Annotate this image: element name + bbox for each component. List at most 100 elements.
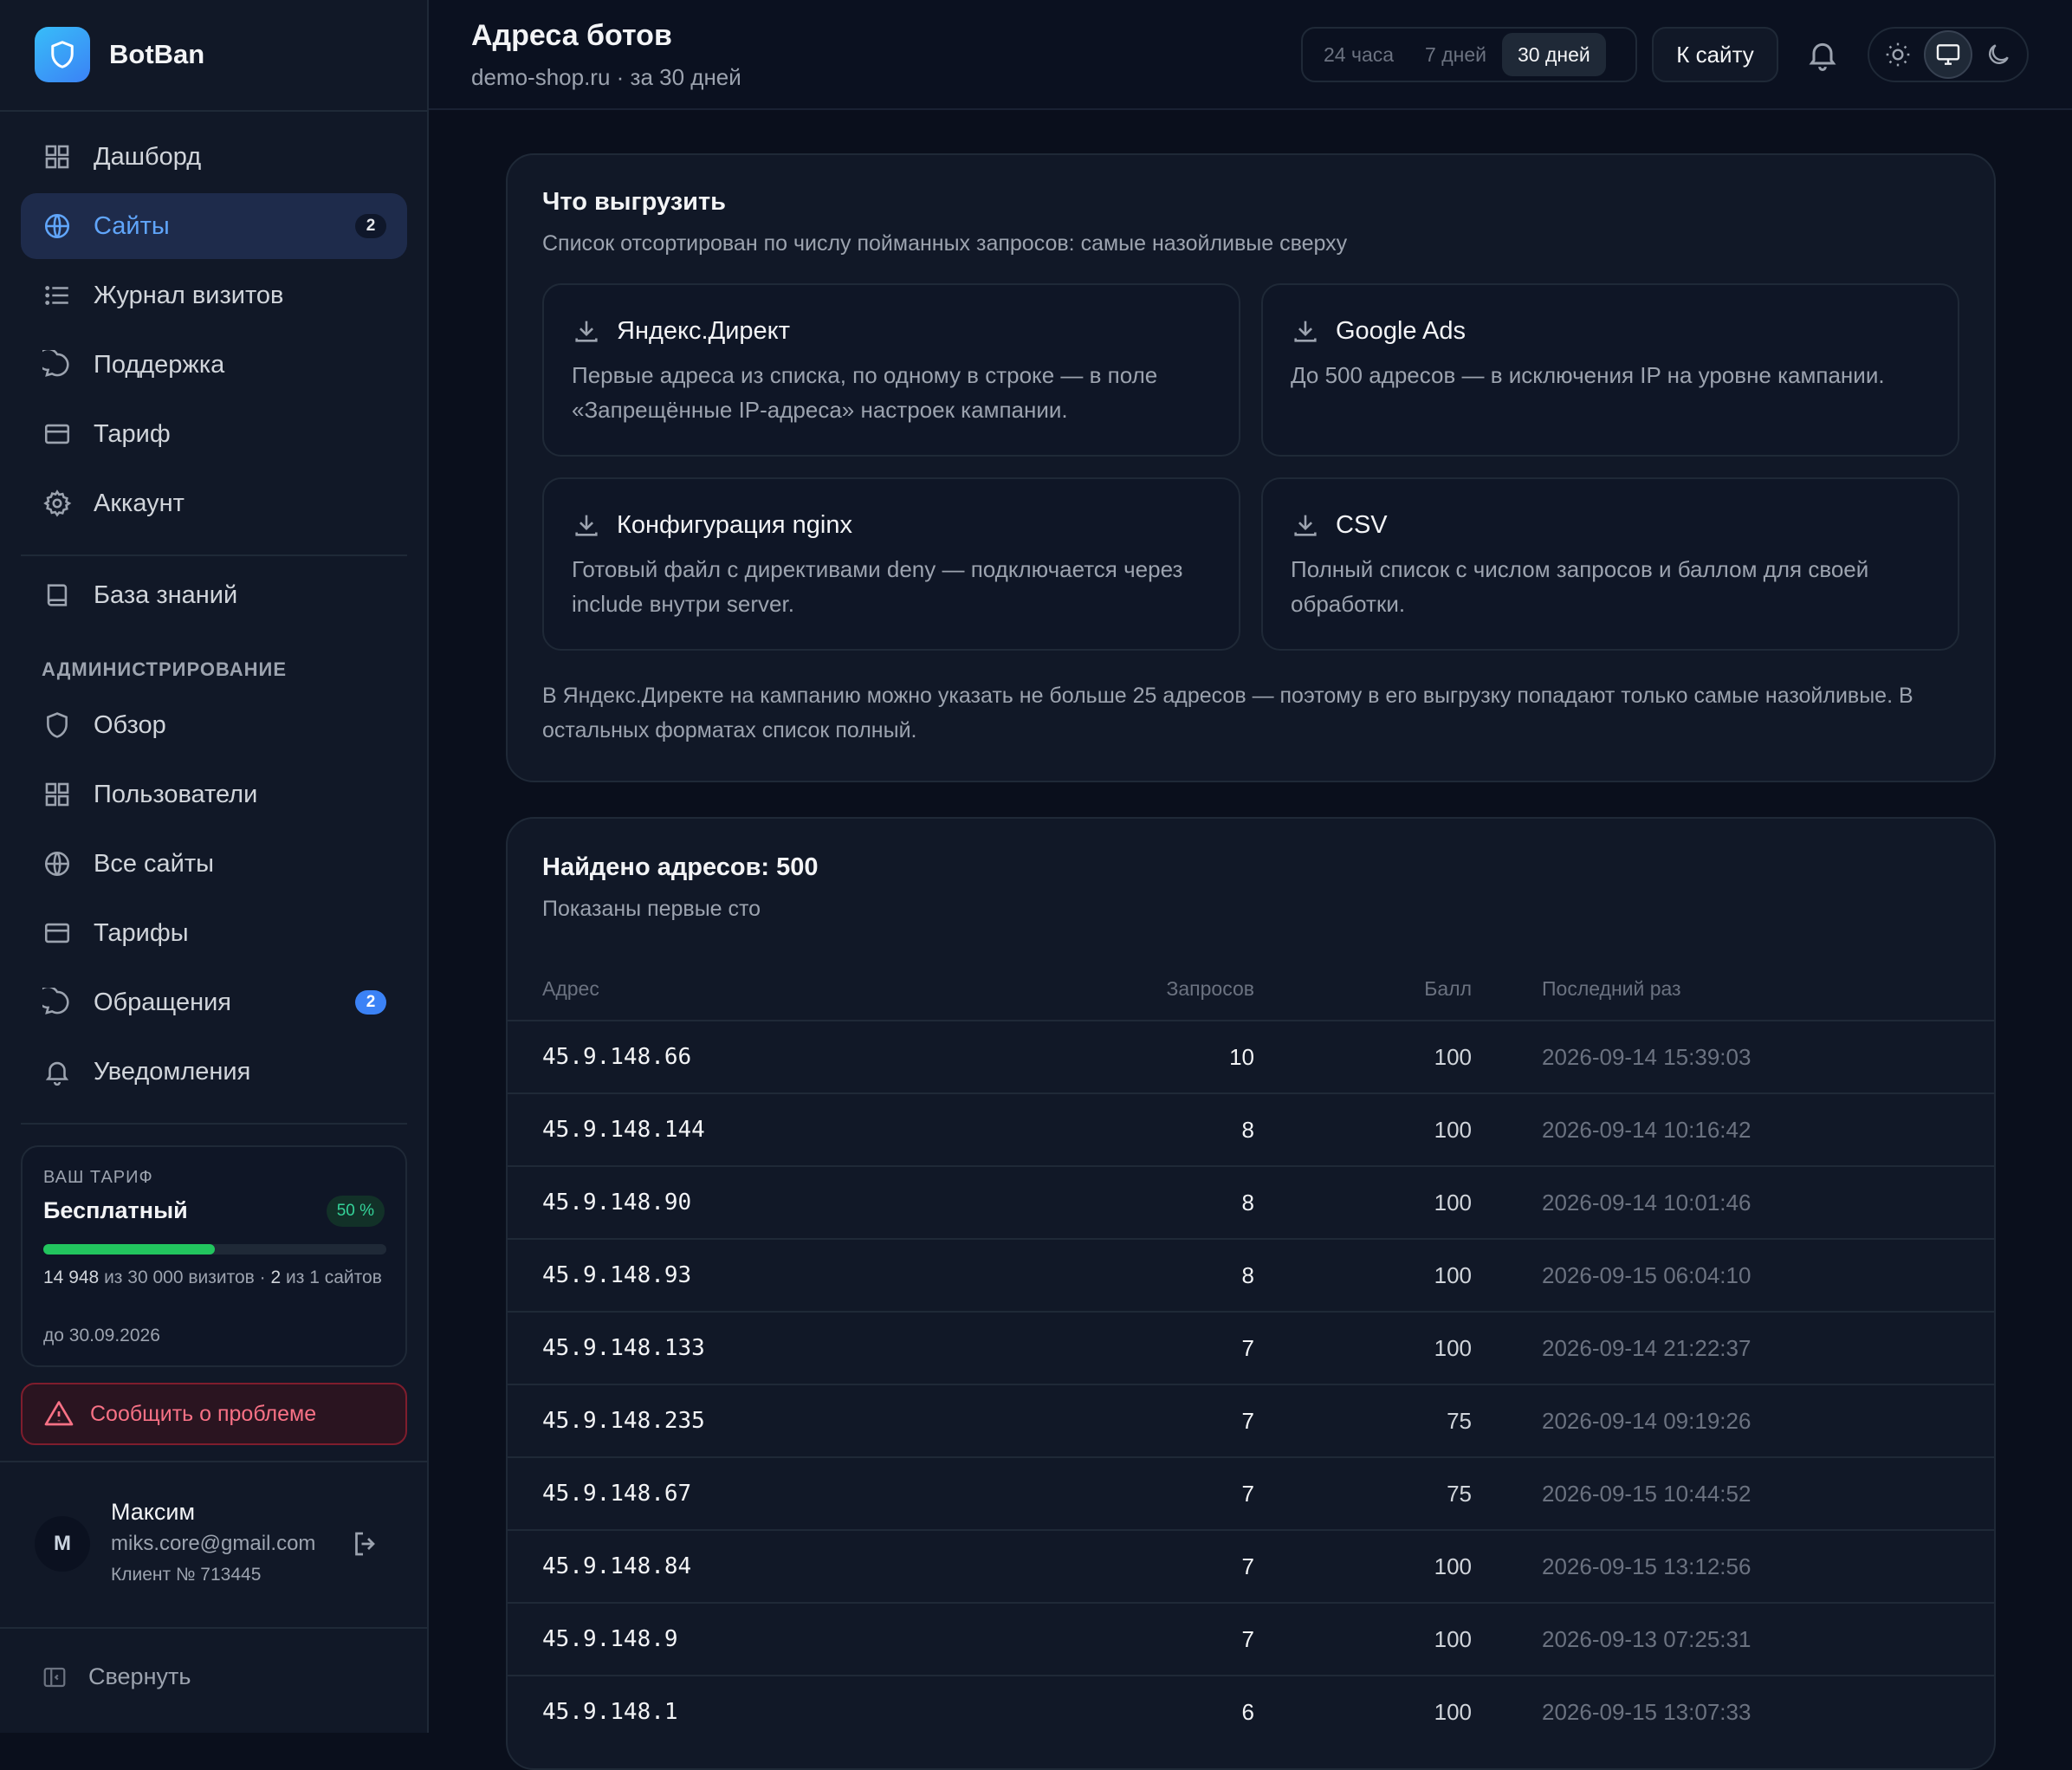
plan-progress-bar (43, 1244, 386, 1255)
requests-cell: 7 (994, 1529, 1254, 1603)
page-title: Адреса ботов (471, 19, 672, 52)
table-row[interactable]: 45.9.148.90 8 100 2026-09-14 10:01:46 (508, 1165, 1994, 1239)
sidebar-item-label: Обращения (94, 988, 232, 1016)
table-row[interactable]: 45.9.148.1 6 100 2026-09-15 13:07:33 (508, 1675, 1994, 1747)
sidebar-item-label: Все сайты (94, 849, 214, 878)
ip-cell: 45.9.148.9 (508, 1602, 994, 1676)
divider (21, 1123, 407, 1125)
sites-used: 2 (270, 1268, 282, 1287)
download-icon (575, 321, 598, 342)
avatar[interactable]: М (35, 1516, 90, 1572)
client-id: Клиент № 713445 (111, 1565, 262, 1585)
sidebar-item-label: Тариф (94, 419, 171, 448)
format-description: До 500 адресов — в исключения IP на уров… (1291, 362, 1885, 388)
sidebar-item-tariffs[interactable]: Тарифы (21, 900, 407, 966)
ip-cell: 45.9.148.144 (508, 1092, 994, 1166)
plan-until: до 30.09.2026 (43, 1326, 160, 1345)
divider (0, 1461, 429, 1462)
score-cell: 75 (1254, 1456, 1473, 1530)
table-row[interactable]: 45.9.148.133 7 100 2026-09-14 21:22:37 (508, 1311, 1994, 1384)
export-title: Что выгрузить (542, 188, 726, 216)
table-row[interactable]: 45.9.148.67 7 75 2026-09-15 10:44:52 (508, 1456, 1994, 1530)
grid-icon (42, 779, 73, 810)
range-7d-button[interactable]: 7 дней (1409, 33, 1502, 76)
score-cell: 100 (1254, 1311, 1473, 1384)
ip-cell: 45.9.148.84 (508, 1529, 994, 1603)
list-icon (42, 280, 73, 311)
sidebar-item-knowledge-base[interactable]: База знаний (21, 562, 407, 628)
last-seen-cell: 2026-09-15 06:04:10 (1473, 1238, 1994, 1312)
divider (0, 110, 429, 112)
sidebar-item-support[interactable]: Поддержка (21, 332, 407, 398)
table-row[interactable]: 45.9.148.235 7 75 2026-09-14 09:19:26 (508, 1384, 1994, 1457)
export-nginx-config[interactable]: Конфигурация nginx Готовый файл с директ… (542, 477, 1240, 651)
export-subtitle: Список отсортирован по числу пойманных з… (542, 231, 1348, 256)
sidebar-item-tariff[interactable]: Тариф (21, 401, 407, 467)
table-row[interactable]: 45.9.148.144 8 100 2026-09-14 10:16:42 (508, 1092, 1994, 1166)
export-google-ads[interactable]: Google Ads До 500 адресов — в исключения… (1261, 283, 1959, 457)
sidebar-item-sites[interactable]: Сайты 2 (21, 193, 407, 259)
requests-cell: 10 (994, 1020, 1254, 1093)
ip-cell: 45.9.148.66 (508, 1020, 994, 1093)
visits-used: 14 948 (43, 1268, 100, 1287)
visits-text: из 30 000 визитов · (104, 1268, 266, 1287)
column-header-score[interactable]: Балл (1254, 957, 1473, 1021)
date-range-selector: 24 часа 7 дней 30 дней (1301, 27, 1637, 82)
format-description: Готовый файл с директивами deny — подклю… (572, 556, 1183, 617)
logout-icon[interactable] (350, 1528, 381, 1559)
light-theme-button[interactable] (1874, 30, 1922, 79)
last-seen-cell: 2026-09-14 10:16:42 (1473, 1092, 1994, 1166)
score-cell: 100 (1254, 1238, 1473, 1312)
sidebar-item-users[interactable]: Пользователи (21, 762, 407, 827)
brand[interactable]: BotBan (35, 27, 204, 82)
format-description: Полный список с числом запросов и баллом… (1291, 556, 1869, 617)
moon-icon (1989, 44, 2009, 64)
table-row[interactable]: 45.9.148.66 10 100 2026-09-14 15:39:03 (508, 1020, 1994, 1093)
plan-label: ВАШ ТАРИФ (43, 1168, 153, 1187)
last-seen-cell: 2026-09-14 21:22:37 (1473, 1311, 1994, 1384)
user-email: miks.core@gmail.com (111, 1532, 316, 1555)
theme-switcher (1868, 27, 2029, 82)
export-yandex-direct[interactable]: Яндекс.Директ Первые адреса из списка, п… (542, 283, 1240, 457)
requests-cell: 8 (994, 1165, 1254, 1239)
report-problem-button[interactable]: Сообщить о проблеме (21, 1383, 407, 1445)
dark-theme-button[interactable] (1974, 30, 2023, 79)
collapse-sidebar-button[interactable]: Свернуть (42, 1663, 191, 1690)
sidebar-item-account[interactable]: Аккаунт (21, 470, 407, 536)
sidebar-item-all-sites[interactable]: Все сайты (21, 831, 407, 897)
score-cell: 75 (1254, 1384, 1473, 1457)
sidebar-item-label: Поддержка (94, 350, 225, 379)
shield-icon (42, 710, 73, 741)
sidebar-item-visit-log[interactable]: Журнал визитов (21, 263, 407, 328)
column-header-requests[interactable]: Запросов (994, 957, 1255, 1021)
format-name: Яндекс.Директ (617, 316, 790, 345)
go-to-site-button[interactable]: К сайту (1652, 27, 1778, 82)
last-seen-cell: 2026-09-15 13:07:33 (1473, 1675, 1994, 1747)
column-header-address[interactable]: Адрес (508, 957, 994, 1021)
system-theme-button[interactable] (1924, 30, 1972, 79)
ip-cell: 45.9.148.90 (508, 1165, 994, 1239)
top-header: Адреса ботов demo-shop.ru · за 30 дней 2… (429, 0, 2072, 110)
page-subtitle: demo-shop.ru · за 30 дней (471, 64, 741, 90)
report-problem-label: Сообщить о проблеме (90, 1401, 317, 1426)
table-row[interactable]: 45.9.148.84 7 100 2026-09-15 13:12:56 (508, 1529, 1994, 1603)
sidebar-item-notifications[interactable]: Уведомления (21, 1039, 407, 1105)
ip-cell: 45.9.148.67 (508, 1456, 994, 1530)
export-csv[interactable]: CSV Полный список с числом запросов и ба… (1261, 477, 1959, 651)
sidebar-item-tickets[interactable]: Обращения 2 (21, 969, 407, 1035)
card-icon (42, 917, 73, 949)
plan-usage: 14 948 из 30 000 визитов · 2 из 1 сайтов (43, 1265, 390, 1291)
column-header-last-seen[interactable]: Последний раз (1473, 957, 1994, 1021)
table-row[interactable]: 45.9.148.9 7 100 2026-09-13 07:25:31 (508, 1602, 1994, 1676)
table-row[interactable]: 45.9.148.93 8 100 2026-09-15 06:04:10 (508, 1238, 1994, 1312)
bell-icon[interactable] (1805, 37, 1840, 72)
sidebar-item-dashboard[interactable]: Дашборд (21, 124, 407, 190)
sidebar-item-label: База знаний (94, 580, 238, 609)
range-24h-button[interactable]: 24 часа (1308, 33, 1409, 76)
plan-card[interactable]: ВАШ ТАРИФ Бесплатный 50 % 14 948 из 30 0… (21, 1145, 407, 1367)
sidebar-item-overview[interactable]: Обзор (21, 692, 407, 758)
sun-icon (1886, 42, 1910, 67)
range-30d-button[interactable]: 30 дней (1502, 33, 1606, 76)
user-name: Максим (111, 1499, 196, 1525)
warning-icon (44, 1401, 74, 1426)
